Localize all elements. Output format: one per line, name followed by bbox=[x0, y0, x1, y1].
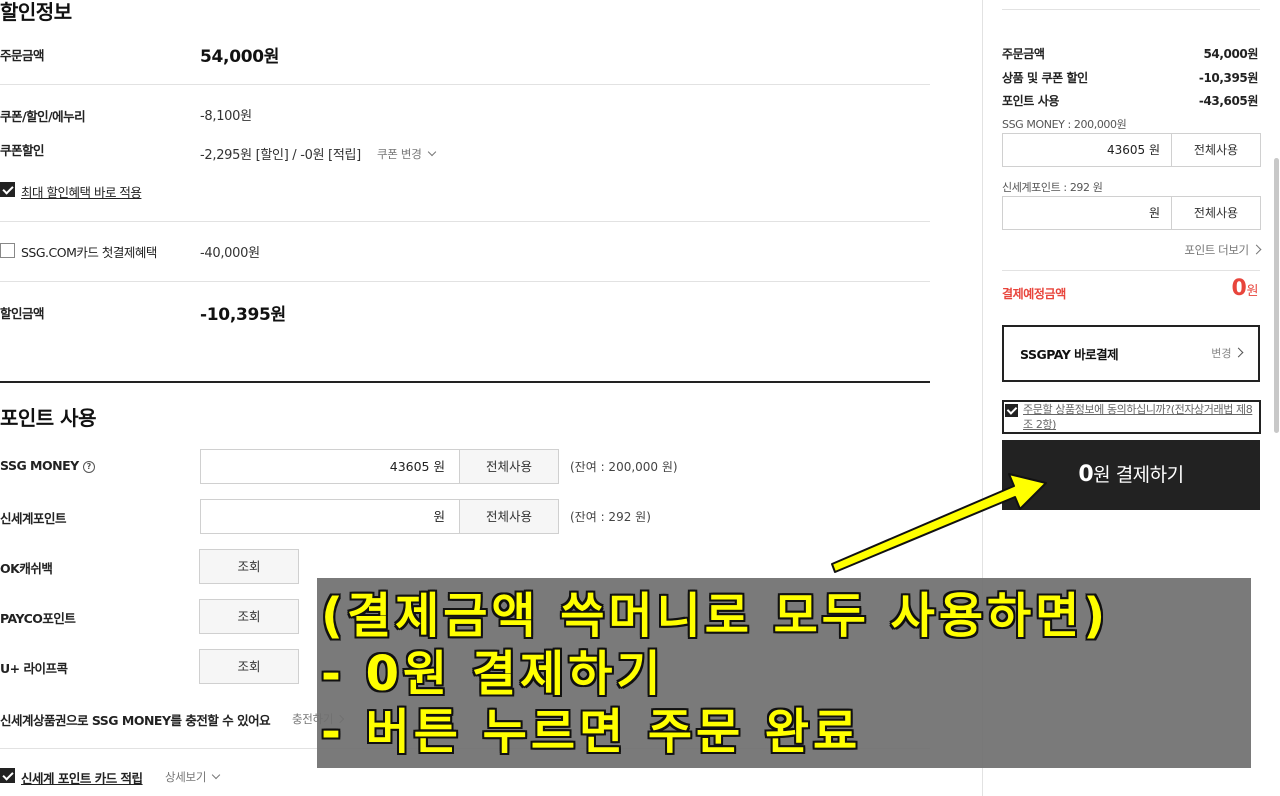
summary-point-use-value: -43,605원 bbox=[1198, 94, 1259, 108]
card-accrue-checkbox[interactable] bbox=[0, 768, 15, 783]
summary-ssg-money-input[interactable]: 43605 원 bbox=[1002, 133, 1172, 167]
ok-cashbag-label: OK캐쉬백 bbox=[0, 561, 53, 576]
help-icon[interactable]: ? bbox=[82, 461, 95, 473]
ssg-money-use-all-button[interactable]: 전체사용 bbox=[459, 449, 559, 484]
shinsegae-point-label: 신세계포인트 bbox=[0, 511, 67, 526]
coupon-label: 쿠폰/할인/에누리 bbox=[0, 109, 86, 124]
order-amount-value: 54,000원 bbox=[200, 47, 280, 67]
divider bbox=[0, 84, 930, 85]
annotation-line-2: - 0원 결제하기 bbox=[321, 646, 665, 702]
uplus-inquire-button[interactable]: 조회 bbox=[199, 649, 299, 684]
chevron-down-icon bbox=[427, 147, 437, 157]
coupon-discount-value: -2,295원 [할인] / -0원 [적립] bbox=[200, 148, 361, 163]
ssgcard-checkbox[interactable] bbox=[0, 243, 15, 258]
annotation-box: (결제금액 쓱머니로 모두 사용하면) - 0원 결제하기 - 버튼 누르면 주… bbox=[317, 578, 1251, 768]
pay-method-change-button[interactable]: 변경 bbox=[1211, 345, 1244, 361]
more-points-link[interactable]: 포인트 더보기 bbox=[1184, 242, 1262, 258]
section-divider bbox=[0, 381, 930, 383]
ok-cashbag-inquire-button[interactable]: 조회 bbox=[199, 549, 299, 584]
expected-amount-label: 결제예정금액 bbox=[1002, 287, 1066, 301]
chevron-right-icon bbox=[1233, 347, 1244, 358]
order-amount-label: 주문금액 bbox=[0, 48, 45, 63]
pay-method-label: SSGPAY 바로결제 bbox=[1020, 347, 1119, 362]
annotation-line-3: - 버튼 누르면 주문 완료 bbox=[321, 704, 862, 760]
pay-button-text: 원 결제하기 bbox=[1093, 464, 1184, 486]
gift-card-charge-text: 신세계상품권으로 SSG MONEY를 충전할 수 있어요 bbox=[0, 713, 271, 728]
summary-order-amount-value: 54,000원 bbox=[1203, 47, 1258, 61]
pay-button-amount: 0 bbox=[1078, 462, 1094, 487]
uplus-lifecock-label: U+ 라이프콕 bbox=[0, 661, 68, 676]
divider bbox=[1002, 9, 1260, 10]
points-section-title: 포인트 사용 bbox=[0, 406, 96, 430]
scrollbar-thumb[interactable] bbox=[1274, 158, 1279, 433]
shinsegae-point-balance: (잔여 : 292 원) bbox=[570, 510, 651, 524]
chevron-down-icon bbox=[212, 770, 221, 780]
discount-section-title: 할인정보 bbox=[0, 0, 72, 24]
coupon-change-button[interactable]: 쿠폰 변경 bbox=[377, 146, 437, 162]
pay-method-change-label: 변경 bbox=[1211, 347, 1232, 360]
payco-point-label: PAYCO포인트 bbox=[0, 611, 76, 626]
detail-view-label: 상세보기 bbox=[165, 770, 207, 784]
shinsegae-point-input[interactable]: 원 bbox=[200, 499, 460, 534]
order-agree-text[interactable]: 주문할 상품정보에 동의하십니까?(전자상거래법 제8조 2항) bbox=[1023, 402, 1261, 432]
ssgpay-method-box[interactable]: SSGPAY 바로결제 변경 bbox=[1002, 325, 1260, 382]
expected-amount-number: 0 bbox=[1231, 276, 1247, 301]
ssg-money-balance: (잔여 : 200,000 원) bbox=[570, 460, 678, 474]
summary-shinsegae-use-all-button[interactable]: 전체사용 bbox=[1171, 196, 1261, 230]
detail-view-link[interactable]: 상세보기 bbox=[165, 769, 221, 785]
divider bbox=[0, 221, 930, 222]
pay-button[interactable]: 0원 결제하기 bbox=[1002, 440, 1260, 510]
card-accrue-label[interactable]: 신세계 포인트 카드 적립 bbox=[21, 768, 143, 787]
shinsegae-use-all-button[interactable]: 전체사용 bbox=[459, 499, 559, 534]
coupon-value: -8,100원 bbox=[200, 109, 252, 124]
divider bbox=[1002, 270, 1260, 271]
summary-product-coupon-label: 상품 및 쿠폰 할인 bbox=[1002, 71, 1088, 85]
ssgcard-label: SSG.COM카드 첫결제혜택 bbox=[21, 245, 157, 260]
summary-product-coupon-value: -10,395원 bbox=[1198, 71, 1259, 85]
order-agree-checkbox[interactable] bbox=[1005, 404, 1018, 417]
summary-shinsegae-input[interactable]: 원 bbox=[1002, 196, 1172, 230]
max-benefit-checkbox[interactable] bbox=[0, 182, 15, 197]
ssg-money-input[interactable]: 43605 원 bbox=[200, 449, 460, 484]
coupon-change-label: 쿠폰 변경 bbox=[377, 147, 422, 161]
coupon-discount-label: 쿠폰할인 bbox=[0, 143, 45, 158]
summary-ssg-money-caption: SSG MONEY : 200,000원 bbox=[1002, 118, 1127, 131]
annotation-line-1: (결제금액 쓱머니로 모두 사용하면) bbox=[321, 588, 1110, 644]
summary-shinsegae-caption: 신세계포인트 : 292 원 bbox=[1002, 181, 1103, 194]
summary-ssg-money-use-all-button[interactable]: 전체사용 bbox=[1171, 133, 1261, 167]
ssg-money-label: SSG MONEY? bbox=[0, 458, 95, 473]
order-agree-box[interactable]: 주문할 상품정보에 동의하십니까?(전자상거래법 제8조 2항) bbox=[1002, 400, 1261, 434]
more-points-label: 포인트 더보기 bbox=[1184, 243, 1249, 257]
ssg-money-label-text: SSG MONEY bbox=[0, 458, 79, 473]
summary-point-use-label: 포인트 사용 bbox=[1002, 94, 1059, 108]
payco-inquire-button[interactable]: 조회 bbox=[199, 599, 299, 634]
ssgcard-value: -40,000원 bbox=[200, 246, 260, 261]
expected-amount-value: 0원 bbox=[1231, 276, 1259, 301]
chevron-right-icon bbox=[1251, 244, 1262, 255]
expected-amount-unit: 원 bbox=[1246, 284, 1258, 299]
discount-total-label: 할인금액 bbox=[0, 306, 45, 321]
max-benefit-label[interactable]: 최대 할인혜택 바로 적용 bbox=[21, 182, 142, 201]
summary-order-amount-label: 주문금액 bbox=[1002, 47, 1045, 61]
discount-total-value: -10,395원 bbox=[200, 305, 286, 325]
divider bbox=[0, 281, 930, 282]
